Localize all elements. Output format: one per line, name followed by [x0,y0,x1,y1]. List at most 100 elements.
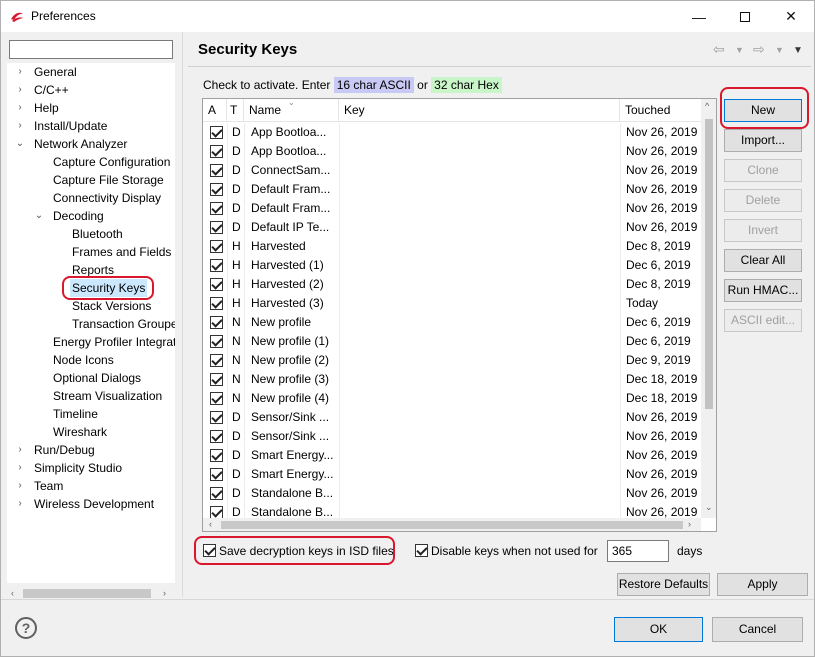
active-checkbox[interactable] [210,506,223,518]
chevron-right-icon[interactable]: › [15,99,25,117]
table-row[interactable]: D Standalone B... Nov 26, 2019 [203,503,701,518]
tree-item[interactable]: › General [7,63,175,81]
active-checkbox[interactable] [210,354,223,367]
table-row[interactable]: H Harvested (3) Today [203,294,701,313]
chevron-right-icon[interactable]: › [15,441,25,459]
ascii-edit-button[interactable]: ASCII edit... [724,309,802,332]
delete-button[interactable]: Delete [724,189,802,212]
active-checkbox[interactable] [210,145,223,158]
table-row[interactable]: H Harvested Dec 8, 2019 [203,237,701,256]
table-row[interactable]: N New profile (4) Dec 18, 2019 [203,389,701,408]
active-checkbox[interactable] [210,449,223,462]
apply-button[interactable]: Apply [717,573,808,596]
active-checkbox[interactable] [210,335,223,348]
view-menu-icon[interactable]: ▼ [793,45,803,56]
chevron-right-icon[interactable]: › [15,477,25,495]
import-button[interactable]: Import... [724,129,802,152]
column-header-touched[interactable]: Touched [620,99,701,122]
table-horizontal-scrollbar[interactable]: ‹ › [203,518,701,531]
tree-item[interactable]: Bluetooth [7,225,175,243]
tree-item[interactable]: › Help [7,99,175,117]
table-row[interactable]: H Harvested (2) Dec 8, 2019 [203,275,701,294]
active-checkbox[interactable] [210,411,223,424]
clear-all-button[interactable]: Clear All [724,249,802,272]
tree-item[interactable]: › Team [7,477,175,495]
tree-item[interactable]: Capture File Storage [7,171,175,189]
tree-item[interactable]: ⌄ Network Analyzer [7,135,175,153]
column-header-type[interactable]: T [227,99,244,122]
table-row[interactable]: D Sensor/Sink ... Nov 26, 2019 [203,427,701,446]
disable-keys-checkbox[interactable] [415,544,428,557]
chevron-right-icon[interactable]: › [15,81,25,99]
clone-button[interactable]: Clone [724,159,802,182]
tree-item[interactable]: Connectivity Display [7,189,175,207]
table-row[interactable]: D ConnectSam... Nov 26, 2019 [203,161,701,180]
tree-scroll-thumb[interactable] [23,589,151,598]
table-hscroll-thumb[interactable] [221,521,683,529]
column-header-active[interactable]: A [203,99,227,122]
scroll-left-icon[interactable]: ‹ [11,588,14,598]
tree-item[interactable]: Transaction Groupe [7,315,175,333]
active-checkbox[interactable] [210,316,223,329]
chevron-down-icon[interactable]: ⌄ [15,135,25,153]
table-row[interactable]: D App Bootloa... Nov 26, 2019 [203,123,701,142]
active-checkbox[interactable] [210,392,223,405]
chevron-down-icon[interactable]: ⌄ [34,207,44,225]
close-button[interactable]: ✕ [768,1,814,32]
cancel-button[interactable]: Cancel [712,617,803,642]
active-checkbox[interactable] [210,240,223,253]
tree-item[interactable]: › Install/Update [7,117,175,135]
table-vertical-scrollbar[interactable]: ^ ⌄ [701,99,716,518]
tree-item[interactable]: ⌄ Decoding [7,207,175,225]
table-row[interactable]: D Default Fram... Nov 26, 2019 [203,180,701,199]
filter-input[interactable] [9,40,173,59]
tree-item[interactable]: Energy Profiler Integrati [7,333,175,351]
tree-item[interactable]: › Run/Debug [7,441,175,459]
scroll-down-icon[interactable]: ⌄ [705,502,713,513]
table-row[interactable]: D Default IP Te... Nov 26, 2019 [203,218,701,237]
forward-arrow-icon[interactable]: ⇨ [753,41,765,58]
scroll-right-icon[interactable]: › [163,588,166,598]
table-row[interactable]: N New profile (1) Dec 6, 2019 [203,332,701,351]
table-row[interactable]: D Default Fram... Nov 26, 2019 [203,199,701,218]
help-icon[interactable]: ? [15,617,37,639]
back-arrow-icon[interactable]: ⇦ [713,41,725,58]
active-checkbox[interactable] [210,430,223,443]
table-row[interactable]: N New profile (2) Dec 9, 2019 [203,351,701,370]
table-row[interactable]: H Harvested (1) Dec 6, 2019 [203,256,701,275]
active-checkbox[interactable] [210,183,223,196]
active-checkbox[interactable] [210,487,223,500]
pane-splitter[interactable] [182,32,183,597]
tree-item[interactable]: Optional Dialogs [7,369,175,387]
invert-button[interactable]: Invert [724,219,802,242]
active-checkbox[interactable] [210,202,223,215]
active-checkbox[interactable] [210,468,223,481]
active-checkbox[interactable] [210,278,223,291]
table-row[interactable]: N New profile Dec 6, 2019 [203,313,701,332]
chevron-right-icon[interactable]: › [15,117,25,135]
tree-item[interactable]: Stream Visualization [7,387,175,405]
table-row[interactable]: D Standalone B... Nov 26, 2019 [203,484,701,503]
forward-menu-icon[interactable]: ▼ [775,45,784,55]
table-row[interactable]: D Smart Energy... Nov 26, 2019 [203,465,701,484]
chevron-right-icon[interactable]: › [15,63,25,81]
tree-item[interactable]: › Simplicity Studio [7,459,175,477]
table-scroll-left-icon[interactable]: ‹ [209,519,212,529]
back-menu-icon[interactable]: ▼ [735,45,744,55]
table-row[interactable]: D App Bootloa... Nov 26, 2019 [203,142,701,161]
tree-item[interactable]: Timeline [7,405,175,423]
tree-item[interactable]: Wireshark [7,423,175,441]
chevron-right-icon[interactable]: › [15,459,25,477]
table-row[interactable]: N New profile (3) Dec 18, 2019 [203,370,701,389]
scroll-up-icon[interactable]: ^ [705,101,709,111]
maximize-button[interactable] [722,1,768,32]
column-header-name[interactable]: Name ⌄ [244,99,339,122]
active-checkbox[interactable] [210,164,223,177]
active-checkbox[interactable] [210,126,223,139]
active-checkbox[interactable] [210,373,223,386]
tree-item[interactable]: › Wireless Development [7,495,175,513]
tree-item[interactable]: › C/C++ [7,81,175,99]
run-hmac-button[interactable]: Run HMAC... [724,279,802,302]
table-scroll-right-icon[interactable]: › [688,519,691,529]
active-checkbox[interactable] [210,221,223,234]
